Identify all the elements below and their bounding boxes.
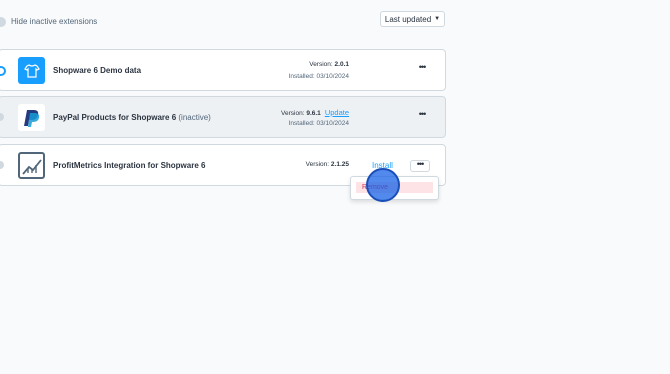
extension-version: Version: 2.1.25 — [305, 161, 349, 168]
extension-version: Version: 2.0.1 — [309, 61, 349, 68]
hide-inactive-label: Hide inactive extensions — [11, 17, 98, 26]
extension-card: PayPal Products for Shopware 6 (inactive… — [0, 96, 446, 138]
click-indicator — [366, 168, 400, 202]
inactive-status: (inactive) — [178, 113, 211, 122]
toolbar: Hide inactive extensions Last updated ▼ — [0, 0, 670, 40]
extension-name: Shopware 6 Demo data — [53, 66, 142, 75]
extension-version: Version: 9.6.1 Update — [281, 108, 349, 117]
more-actions-icon[interactable]: ••• — [410, 160, 430, 172]
extension-installed: Installed: 03/10/2024 — [288, 120, 349, 127]
extension-active-toggle[interactable] — [0, 113, 4, 121]
update-link[interactable]: Update — [325, 108, 349, 117]
extension-active-toggle[interactable] — [0, 66, 6, 76]
extension-name: PayPal Products for Shopware 6 (inactive… — [53, 113, 211, 122]
sort-label: Last updated — [384, 14, 432, 24]
more-actions-icon[interactable]: ••• — [415, 110, 429, 121]
chevron-down-icon: ▼ — [434, 16, 441, 22]
extension-installed: Installed: 03/10/2024 — [288, 73, 349, 80]
paypal-logo-icon — [18, 104, 45, 131]
chart-logo-icon — [18, 152, 45, 179]
extension-active-toggle[interactable] — [0, 161, 4, 169]
extension-card: Shopware 6 Demo data Version: 2.0.1 Inst… — [0, 49, 446, 91]
tshirt-icon — [18, 57, 45, 84]
more-actions-icon[interactable]: ••• — [415, 63, 429, 74]
extension-name: ProfitMetrics Integration for Shopware 6 — [53, 161, 206, 170]
sort-dropdown[interactable]: Last updated ▼ — [380, 11, 445, 27]
hide-inactive-toggle[interactable] — [0, 17, 6, 27]
